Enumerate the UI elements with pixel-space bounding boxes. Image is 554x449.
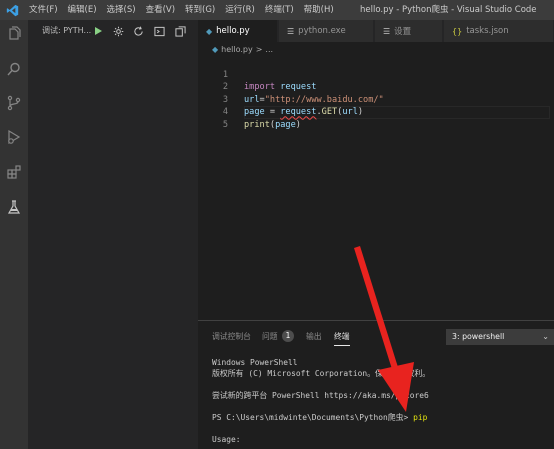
tab-debug-console[interactable]: 调试控制台: [212, 331, 251, 342]
terminal-prompt-line: PS C:\Users\midwinte\Documents\Python爬虫>…: [212, 412, 427, 423]
code-line: 4 print(page): [198, 94, 554, 130]
window-title: hello.py - Python爬虫 - Visual Studio Code: [360, 5, 537, 15]
breadcrumb-more[interactable]: ...: [265, 45, 273, 54]
python-file-icon: ◆: [206, 26, 213, 36]
tab-python-exe[interactable]: ☰ python.exe: [279, 20, 374, 42]
extensions-icon[interactable]: [4, 162, 24, 182]
source-control-icon[interactable]: [4, 93, 24, 113]
code-line: 2 url="http://www.baidu.com/": [198, 69, 554, 105]
panel-tabs: 调试控制台 问题 1 输出 终端 3: powershell ⌄: [198, 321, 554, 349]
menu-help[interactable]: 帮助(H): [299, 0, 339, 20]
tab-label: tasks.json: [466, 26, 509, 36]
breadcrumb: ◆ hello.py > ...: [198, 42, 554, 56]
run-debug-icon[interactable]: [4, 127, 24, 147]
menu-run[interactable]: 运行(R): [220, 0, 260, 20]
menu-go[interactable]: 转到(G): [180, 0, 220, 20]
menu-selection[interactable]: 选择(S): [102, 0, 141, 20]
breadcrumb-file[interactable]: hello.py: [221, 45, 253, 54]
refresh-icon[interactable]: [130, 23, 146, 39]
debug-settings-icon[interactable]: [110, 23, 126, 39]
chevron-down-icon: ⌄: [542, 332, 549, 341]
code-line: 3 page = request.GET(url): [198, 81, 554, 118]
start-debugging-button[interactable]: [90, 23, 106, 39]
code-editor[interactable]: 1 import request 2 url="http://www.baidu…: [198, 56, 554, 320]
title-bar: 文件(F) 编辑(E) 选择(S) 查看(V) 转到(G) 运行(R) 终端(T…: [0, 0, 554, 20]
activity-bar: [0, 20, 28, 449]
menu-view[interactable]: 查看(V): [141, 0, 180, 20]
debug-configuration-select[interactable]: 调试: PYTH...: [42, 20, 91, 42]
tab-label: python.exe: [298, 26, 346, 36]
breadcrumb-separator: >: [255, 44, 263, 54]
terminal-select-value: 3: powershell: [452, 332, 505, 341]
terminal-prompt: PS C:\Users\midwinte\Documents\Python爬虫>: [212, 413, 414, 422]
tab-label: hello.py: [216, 26, 250, 36]
terminal-line: 版权所有 (C) Microsoft Corporation。保留所有权利。: [212, 369, 431, 378]
python-file-icon: ◆: [212, 44, 219, 54]
file-icon: ☰: [287, 26, 295, 36]
terminal-command: pip: [413, 413, 428, 422]
code-line: 1 import request: [198, 56, 554, 93]
tab-tasks-json[interactable]: {} tasks.json: [444, 20, 554, 42]
code-line: 5: [198, 106, 554, 130]
settings-file-icon: ☰: [383, 26, 391, 36]
tab-settings[interactable]: ☰ 设置: [375, 20, 443, 42]
menu-terminal[interactable]: 终端(T): [260, 0, 299, 20]
search-icon[interactable]: [4, 59, 24, 79]
split-icon[interactable]: [172, 23, 188, 39]
menu-file[interactable]: 文件(F): [24, 0, 63, 20]
terminal-line: Usage:: [212, 435, 241, 444]
tab-hello-py[interactable]: ◆ hello.py: [198, 20, 278, 42]
debug-console-icon[interactable]: [151, 23, 167, 39]
testing-icon[interactable]: [4, 197, 24, 217]
line-number: 5: [222, 119, 228, 130]
terminal-select[interactable]: 3: powershell ⌄: [446, 329, 554, 345]
code-text: print(page): [244, 119, 301, 130]
tab-problems[interactable]: 问题: [262, 331, 278, 342]
terminal-line: Windows PowerShell: [212, 358, 298, 367]
editor-tab-bar: ◆ hello.py ☰ python.exe ☰ 设置 {} tasks.js…: [198, 20, 554, 42]
tab-label: 设置: [394, 27, 412, 37]
debug-toolbar: 调试: PYTH...: [28, 20, 198, 42]
problems-count-badge: 1: [282, 330, 294, 342]
explorer-icon[interactable]: [4, 24, 24, 44]
terminal-output[interactable]: Windows PowerShell 版权所有 (C) Microsoft Co…: [212, 357, 552, 449]
terminal-line: 尝试新的跨平台 PowerShell https://aka.ms/pscore…: [212, 391, 429, 400]
debug-sidebar: 调试: PYTH...: [28, 20, 198, 449]
vscode-logo-icon: [0, 0, 24, 20]
json-file-icon: {}: [452, 26, 463, 36]
bottom-panel: 调试控制台 问题 1 输出 终端 3: powershell ⌄ Windows…: [198, 320, 554, 449]
menu-bar: 文件(F) 编辑(E) 选择(S) 查看(V) 转到(G) 运行(R) 终端(T…: [24, 0, 339, 20]
tab-terminal[interactable]: 终端: [334, 331, 350, 346]
menu-edit[interactable]: 编辑(E): [63, 0, 102, 20]
tab-output[interactable]: 输出: [306, 331, 322, 342]
